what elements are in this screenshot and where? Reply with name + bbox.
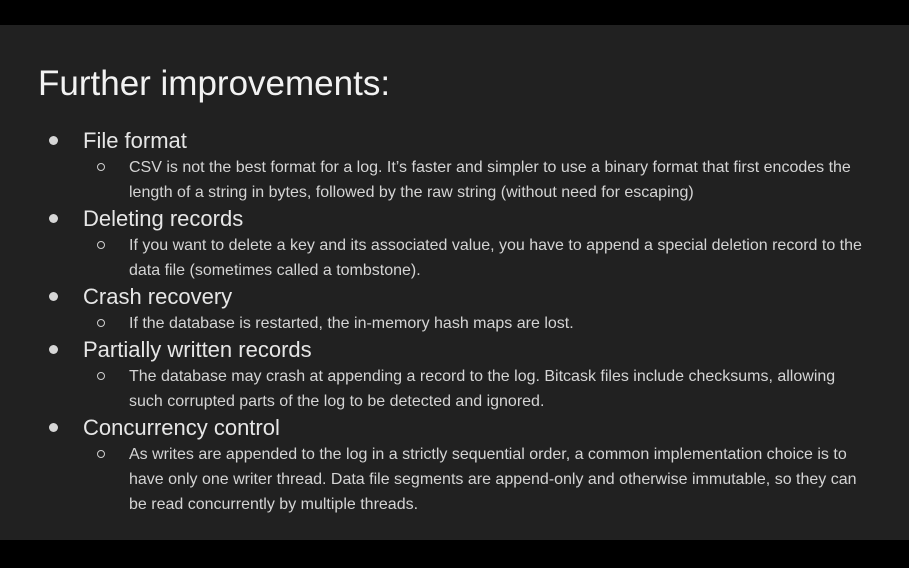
sub-item-text: If the database is restarted, the in-mem… — [129, 315, 574, 332]
hollow-circle-icon — [97, 450, 105, 458]
bullet-partially-written-records: Partially written records The database m… — [0, 336, 909, 414]
sub-item-text: The database may crash at appending a re… — [129, 368, 836, 410]
bullet-dot-icon — [49, 136, 58, 145]
slide: Further improvements: File format CSV is… — [0, 25, 909, 540]
bullet-heading: Concurrency control — [83, 415, 280, 440]
sub-list: As writes are appended to the log in a s… — [0, 442, 909, 517]
bullet-dot-icon — [49, 214, 58, 223]
sub-list: The database may crash at appending a re… — [0, 364, 909, 414]
bullet-dot-icon — [49, 423, 58, 432]
bullet-heading: File format — [83, 128, 187, 153]
bullet-crash-recovery: Crash recovery If the database is restar… — [0, 283, 909, 336]
bullet-heading: Crash recovery — [83, 284, 233, 309]
bullet-list: File format CSV is not the best format f… — [0, 127, 909, 517]
sub-item-text: CSV is not the best format for a log. It… — [129, 159, 851, 201]
sub-list: If you want to delete a key and its asso… — [0, 233, 909, 283]
hollow-circle-icon — [97, 372, 105, 380]
hollow-circle-icon — [97, 163, 105, 171]
sub-item: If the database is restarted, the in-mem… — [0, 311, 909, 336]
letterbox-top — [0, 0, 909, 25]
slide-title: Further improvements: — [38, 64, 391, 103]
sub-item: The database may crash at appending a re… — [0, 364, 909, 414]
sub-item: If you want to delete a key and its asso… — [0, 233, 909, 283]
sub-list: CSV is not the best format for a log. It… — [0, 155, 909, 205]
sub-list: If the database is restarted, the in-mem… — [0, 311, 909, 336]
sub-item: CSV is not the best format for a log. It… — [0, 155, 909, 205]
bullet-file-format: File format CSV is not the best format f… — [0, 127, 909, 205]
sub-item: As writes are appended to the log in a s… — [0, 442, 909, 517]
hollow-circle-icon — [97, 241, 105, 249]
bullet-heading: Partially written records — [83, 337, 312, 362]
bullet-deleting-records: Deleting records If you want to delete a… — [0, 205, 909, 283]
letterbox-bottom — [0, 540, 909, 568]
bullet-heading: Deleting records — [83, 206, 244, 231]
hollow-circle-icon — [97, 319, 105, 327]
bullet-concurrency-control: Concurrency control As writes are append… — [0, 414, 909, 517]
bullet-dot-icon — [49, 345, 58, 354]
sub-item-text: As writes are appended to the log in a s… — [129, 446, 857, 513]
bullet-dot-icon — [49, 292, 58, 301]
sub-item-text: If you want to delete a key and its asso… — [129, 237, 862, 279]
